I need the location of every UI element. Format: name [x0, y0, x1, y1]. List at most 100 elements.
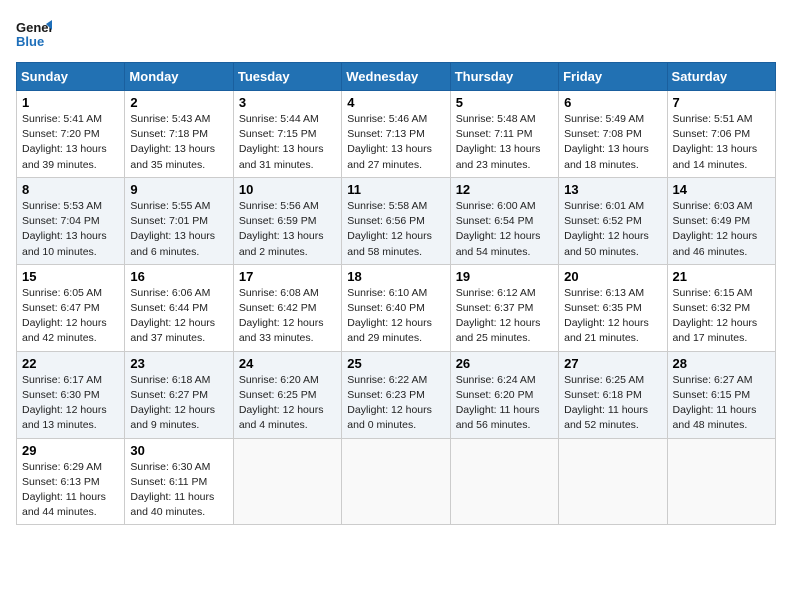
day-info: Sunrise: 6:00 AM Sunset: 6:54 PM Dayligh…: [456, 199, 553, 260]
calendar-cell: 13 Sunrise: 6:01 AM Sunset: 6:52 PM Dayli…: [559, 177, 667, 264]
calendar-cell: 1 Sunrise: 5:41 AM Sunset: 7:20 PM Daylig…: [17, 91, 125, 178]
day-number: 24: [239, 356, 336, 371]
calendar-cell: 3 Sunrise: 5:44 AM Sunset: 7:15 PM Daylig…: [233, 91, 341, 178]
day-number: 15: [22, 269, 119, 284]
header-wednesday: Wednesday: [342, 63, 450, 91]
calendar-cell: 4Sunrise: 5:46 AM Sunset: 7:13 PM Daylig…: [342, 91, 450, 178]
day-info: Sunrise: 6:29 AM Sunset: 6:13 PM Dayligh…: [22, 460, 119, 521]
calendar-cell: 21 Sunrise: 6:15 AM Sunset: 6:32 PM Dayli…: [667, 264, 775, 351]
day-info: Sunrise: 6:10 AM Sunset: 6:40 PM Dayligh…: [347, 286, 444, 347]
header-sunday: Sunday: [17, 63, 125, 91]
day-number: 6: [564, 95, 661, 110]
day-number: 1: [22, 95, 119, 110]
day-number: 22: [22, 356, 119, 371]
calendar-cell: [450, 438, 558, 525]
day-info: Sunrise: 6:25 AM Sunset: 6:18 PM Dayligh…: [564, 373, 661, 434]
day-info: Sunrise: 5:44 AM Sunset: 7:15 PM Dayligh…: [239, 112, 336, 173]
header-thursday: Thursday: [450, 63, 558, 91]
header-saturday: Saturday: [667, 63, 775, 91]
svg-text:Blue: Blue: [16, 34, 44, 49]
day-number: 29: [22, 443, 119, 458]
day-number: 10: [239, 182, 336, 197]
header-tuesday: Tuesday: [233, 63, 341, 91]
day-info: Sunrise: 6:22 AM Sunset: 6:23 PM Dayligh…: [347, 373, 444, 434]
calendar-cell: 6 Sunrise: 5:49 AM Sunset: 7:08 PM Daylig…: [559, 91, 667, 178]
calendar-cell: 26 Sunrise: 6:24 AM Sunset: 6:20 PM Dayli…: [450, 351, 558, 438]
day-info: Sunrise: 6:18 AM Sunset: 6:27 PM Dayligh…: [130, 373, 227, 434]
day-info: Sunrise: 5:49 AM Sunset: 7:08 PM Dayligh…: [564, 112, 661, 173]
calendar-cell: [559, 438, 667, 525]
day-info: Sunrise: 6:03 AM Sunset: 6:49 PM Dayligh…: [673, 199, 770, 260]
svg-text:General: General: [16, 20, 52, 35]
calendar-week-2: 8 Sunrise: 5:53 AM Sunset: 7:04 PM Daylig…: [17, 177, 776, 264]
day-info: Sunrise: 6:05 AM Sunset: 6:47 PM Dayligh…: [22, 286, 119, 347]
day-number: 5: [456, 95, 553, 110]
day-number: 13: [564, 182, 661, 197]
logo-icon: General Blue: [16, 16, 52, 52]
day-number: 25: [347, 356, 444, 371]
day-info: Sunrise: 6:24 AM Sunset: 6:20 PM Dayligh…: [456, 373, 553, 434]
day-info: Sunrise: 6:30 AM Sunset: 6:11 PM Dayligh…: [130, 460, 227, 521]
calendar-cell: 28 Sunrise: 6:27 AM Sunset: 6:15 PM Dayli…: [667, 351, 775, 438]
calendar-cell: 27 Sunrise: 6:25 AM Sunset: 6:18 PM Dayli…: [559, 351, 667, 438]
calendar-cell: 2 Sunrise: 5:43 AM Sunset: 7:18 PM Daylig…: [125, 91, 233, 178]
day-number: 26: [456, 356, 553, 371]
day-info: Sunrise: 6:08 AM Sunset: 6:42 PM Dayligh…: [239, 286, 336, 347]
calendar-cell: 20 Sunrise: 6:13 AM Sunset: 6:35 PM Dayli…: [559, 264, 667, 351]
day-number: 30: [130, 443, 227, 458]
calendar-cell: 17 Sunrise: 6:08 AM Sunset: 6:42 PM Dayli…: [233, 264, 341, 351]
day-number: 27: [564, 356, 661, 371]
calendar-body: 1 Sunrise: 5:41 AM Sunset: 7:20 PM Daylig…: [17, 91, 776, 525]
calendar-cell: 10Sunrise: 5:56 AM Sunset: 6:59 PM Dayli…: [233, 177, 341, 264]
calendar-week-1: 1 Sunrise: 5:41 AM Sunset: 7:20 PM Daylig…: [17, 91, 776, 178]
day-info: Sunrise: 6:13 AM Sunset: 6:35 PM Dayligh…: [564, 286, 661, 347]
page-header: General Blue: [16, 16, 776, 52]
calendar-cell: 18 Sunrise: 6:10 AM Sunset: 6:40 PM Dayli…: [342, 264, 450, 351]
calendar-week-3: 15 Sunrise: 6:05 AM Sunset: 6:47 PM Dayli…: [17, 264, 776, 351]
day-info: Sunrise: 6:01 AM Sunset: 6:52 PM Dayligh…: [564, 199, 661, 260]
day-info: Sunrise: 6:12 AM Sunset: 6:37 PM Dayligh…: [456, 286, 553, 347]
calendar-cell: 5 Sunrise: 5:48 AM Sunset: 7:11 PM Daylig…: [450, 91, 558, 178]
calendar-header-row: SundayMondayTuesdayWednesdayThursdayFrid…: [17, 63, 776, 91]
calendar-cell: 9Sunrise: 5:55 AM Sunset: 7:01 PM Daylig…: [125, 177, 233, 264]
day-number: 21: [673, 269, 770, 284]
header-monday: Monday: [125, 63, 233, 91]
day-number: 18: [347, 269, 444, 284]
logo: General Blue: [16, 16, 52, 52]
day-number: 14: [673, 182, 770, 197]
calendar-cell: 14 Sunrise: 6:03 AM Sunset: 6:49 PM Dayli…: [667, 177, 775, 264]
day-info: Sunrise: 5:41 AM Sunset: 7:20 PM Dayligh…: [22, 112, 119, 173]
day-info: Sunrise: 5:58 AM Sunset: 6:56 PM Dayligh…: [347, 199, 444, 260]
calendar-cell: [342, 438, 450, 525]
calendar-week-4: 22Sunrise: 6:17 AM Sunset: 6:30 PM Dayli…: [17, 351, 776, 438]
header-friday: Friday: [559, 63, 667, 91]
day-number: 8: [22, 182, 119, 197]
day-number: 20: [564, 269, 661, 284]
calendar-cell: 23Sunrise: 6:18 AM Sunset: 6:27 PM Dayli…: [125, 351, 233, 438]
day-info: Sunrise: 5:53 AM Sunset: 7:04 PM Dayligh…: [22, 199, 119, 260]
day-number: 28: [673, 356, 770, 371]
calendar-cell: 22Sunrise: 6:17 AM Sunset: 6:30 PM Dayli…: [17, 351, 125, 438]
day-number: 17: [239, 269, 336, 284]
day-info: Sunrise: 6:20 AM Sunset: 6:25 PM Dayligh…: [239, 373, 336, 434]
calendar-cell: 15 Sunrise: 6:05 AM Sunset: 6:47 PM Dayli…: [17, 264, 125, 351]
day-number: 19: [456, 269, 553, 284]
day-number: 3: [239, 95, 336, 110]
calendar-cell: 11Sunrise: 5:58 AM Sunset: 6:56 PM Dayli…: [342, 177, 450, 264]
calendar-cell: [667, 438, 775, 525]
calendar-cell: 7Sunrise: 5:51 AM Sunset: 7:06 PM Daylig…: [667, 91, 775, 178]
calendar-week-5: 29 Sunrise: 6:29 AM Sunset: 6:13 PM Dayli…: [17, 438, 776, 525]
day-number: 7: [673, 95, 770, 110]
calendar-table: SundayMondayTuesdayWednesdayThursdayFrid…: [16, 62, 776, 525]
day-info: Sunrise: 6:15 AM Sunset: 6:32 PM Dayligh…: [673, 286, 770, 347]
day-info: Sunrise: 5:55 AM Sunset: 7:01 PM Dayligh…: [130, 199, 227, 260]
day-number: 2: [130, 95, 227, 110]
calendar-cell: 25 Sunrise: 6:22 AM Sunset: 6:23 PM Dayli…: [342, 351, 450, 438]
calendar-cell: 29 Sunrise: 6:29 AM Sunset: 6:13 PM Dayli…: [17, 438, 125, 525]
calendar-cell: 19 Sunrise: 6:12 AM Sunset: 6:37 PM Dayli…: [450, 264, 558, 351]
day-info: Sunrise: 5:43 AM Sunset: 7:18 PM Dayligh…: [130, 112, 227, 173]
calendar-cell: 8 Sunrise: 5:53 AM Sunset: 7:04 PM Daylig…: [17, 177, 125, 264]
day-info: Sunrise: 6:27 AM Sunset: 6:15 PM Dayligh…: [673, 373, 770, 434]
day-number: 12: [456, 182, 553, 197]
day-info: Sunrise: 5:48 AM Sunset: 7:11 PM Dayligh…: [456, 112, 553, 173]
